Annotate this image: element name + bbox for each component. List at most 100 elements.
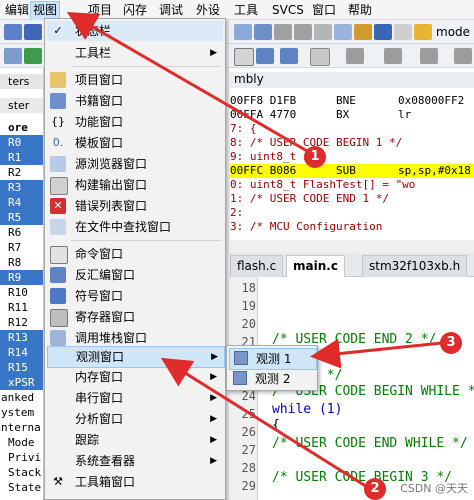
comment-icon[interactable]: [274, 24, 292, 40]
menu-item-templates-window[interactable]: 0. 模板窗口: [47, 133, 223, 153]
register-r5[interactable]: R5: [0, 210, 43, 225]
debug-session-icon[interactable]: [374, 24, 392, 40]
bookmark-icon[interactable]: [314, 24, 332, 40]
menu-item-status-bar[interactable]: ✓ 状态栏: [47, 21, 223, 41]
register-r6[interactable]: R6: [0, 225, 43, 240]
menu-svcs[interactable]: SVCS: [270, 2, 306, 18]
register-r12[interactable]: R12: [0, 315, 43, 330]
register-r3[interactable]: R3: [0, 180, 43, 195]
menu-edit[interactable]: 编辑: [3, 2, 31, 18]
analysis-window-icon[interactable]: [454, 48, 472, 64]
register-r9[interactable]: R9: [0, 270, 43, 285]
menu-item-system-viewer[interactable]: 系统查看器 ▶: [47, 451, 223, 471]
menu-item-toolbox-window[interactable]: ⚒ 工具箱窗口: [47, 472, 223, 492]
outdent-icon[interactable]: [254, 24, 272, 40]
menu-window[interactable]: 窗口: [310, 2, 338, 18]
menu-help[interactable]: 帮助: [346, 2, 374, 18]
submenu-item-watch-1[interactable]: 观测 1: [229, 348, 317, 370]
menu-item-source-browser-window[interactable]: 源浏览器窗口: [47, 154, 223, 174]
menu-item-find-in-files-window[interactable]: 在文件中查找窗口: [47, 217, 223, 237]
register-r11[interactable]: R11: [0, 300, 43, 315]
register-internal[interactable]: nterna: [0, 420, 43, 435]
menu-item-disassembly-window[interactable]: 反汇编窗口: [47, 265, 223, 285]
menu-tools[interactable]: 工具: [232, 2, 260, 18]
settings-icon[interactable]: [394, 24, 412, 40]
tab-stm32f103xb-h[interactable]: stm32f103xb.h: [362, 255, 468, 278]
menu-item-project-window[interactable]: 项目窗口: [47, 70, 223, 90]
disasm-source-line[interactable]: 3: /* MCU Configuration: [230, 220, 474, 234]
register-r13[interactable]: R13: [0, 330, 43, 345]
memory-window-icon[interactable]: [384, 48, 402, 64]
find-icon[interactable]: [334, 24, 352, 40]
disasm-source-line[interactable]: 8: /* USER CODE BEGIN 1 */: [230, 136, 474, 150]
menu-item-call-stack-window[interactable]: 调用堆栈窗口: [47, 328, 223, 348]
register-stack[interactable]: Stack: [0, 465, 43, 480]
disasm-source-line[interactable]: 2:: [230, 206, 474, 220]
register-xpsr[interactable]: xPSR: [0, 375, 43, 390]
menu-debug[interactable]: 调试: [157, 2, 185, 18]
tab-main-c[interactable]: main.c: [286, 255, 345, 278]
tab-flash-c[interactable]: flash.c: [230, 255, 284, 278]
register-r0[interactable]: R0: [0, 135, 43, 150]
save-icon[interactable]: [24, 24, 42, 40]
disasm-line[interactable]: 00FFA 4770 BX lr: [230, 108, 474, 122]
register-privilege[interactable]: Privi: [0, 450, 43, 465]
command-window-icon[interactable]: [234, 48, 254, 66]
disasm-source-line[interactable]: 1: /* USER CODE END 1 */: [230, 192, 474, 206]
menu-item-analysis-windows[interactable]: 分析窗口 ▶: [47, 409, 223, 429]
menu-item-registers-window[interactable]: 寄存器窗口: [47, 307, 223, 327]
new-file-icon[interactable]: [4, 24, 22, 40]
registers-window-icon[interactable]: [310, 48, 330, 66]
menu-item-error-list-window[interactable]: ✕ 错误列表窗口: [47, 196, 223, 216]
incremental-find-icon[interactable]: [354, 24, 372, 40]
code-line[interactable]: while (1): [272, 401, 342, 419]
register-r10[interactable]: R10: [0, 285, 43, 300]
register-r8[interactable]: R8: [0, 255, 43, 270]
reset-icon[interactable]: [4, 48, 22, 64]
menu-project[interactable]: 项目: [86, 2, 114, 18]
disassembly-window-icon[interactable]: [256, 48, 274, 64]
register-banked[interactable]: anked: [0, 390, 43, 405]
register-group-core[interactable]: ore: [0, 120, 43, 135]
menu-item-functions-window[interactable]: {} 功能窗口: [47, 112, 223, 132]
menu-item-command-window[interactable]: 命令窗口: [47, 244, 223, 264]
disasm-current-line[interactable]: 00FFC B086 SUB sp,sp,#0x18: [230, 164, 474, 178]
run-icon[interactable]: [24, 48, 42, 64]
disasm-source-line[interactable]: 9: uint8_t i;: [230, 150, 474, 164]
uncomment-icon[interactable]: [294, 24, 312, 40]
submenu-item-watch-2[interactable]: 观测 2: [229, 369, 315, 389]
menu-item-toolbars[interactable]: 工具栏 ▶: [47, 43, 223, 63]
symbols-window-icon[interactable]: [280, 48, 298, 64]
panel-tab-fragment[interactable]: ters: [0, 74, 43, 89]
disasm-line[interactable]: 00FF8 D1FB BNE 0x08000FF2: [230, 94, 474, 108]
code-line[interactable]: /* USER CODE END WHILE */: [272, 435, 468, 453]
register-state[interactable]: State: [0, 480, 43, 495]
indent-icon[interactable]: [234, 24, 252, 40]
menu-item-build-output-window[interactable]: 构建输出窗口: [47, 175, 223, 195]
watch-window-icon[interactable]: [346, 48, 364, 64]
toolbox-icon: ⚒: [53, 475, 63, 488]
register-r1[interactable]: R1: [0, 150, 43, 165]
register-system[interactable]: ystem: [0, 405, 43, 420]
register-r15[interactable]: R15: [0, 360, 43, 375]
submenu-arrow-icon: ▶: [210, 393, 217, 403]
mode-field[interactable]: mode: [436, 24, 470, 40]
menu-item-memory-windows[interactable]: 内存窗口 ▶: [47, 367, 223, 387]
menu-item-watch-windows[interactable]: 观测窗口 ▶: [47, 346, 225, 368]
disasm-source-line[interactable]: 0: uint8_t FlashTest[] = "wo: [230, 178, 474, 192]
register-r4[interactable]: R4: [0, 195, 43, 210]
register-r7[interactable]: R7: [0, 240, 43, 255]
menu-item-trace[interactable]: 跟踪 ▶: [47, 430, 223, 450]
register-mode[interactable]: Mode: [0, 435, 43, 450]
register-r2[interactable]: R2: [0, 165, 43, 180]
menu-flash[interactable]: 闪存: [121, 2, 149, 18]
menu-item-books-window[interactable]: 书籍窗口: [47, 91, 223, 111]
disasm-source-line[interactable]: 7: {: [230, 122, 474, 136]
target-options-icon[interactable]: [414, 24, 432, 40]
menu-peripherals[interactable]: 外设: [194, 2, 222, 18]
menu-item-serial-windows[interactable]: 串行窗口 ▶: [47, 388, 223, 408]
code-line[interactable]: {: [272, 417, 280, 435]
serial-window-icon[interactable]: [420, 48, 438, 64]
register-r14[interactable]: R14: [0, 345, 43, 360]
menu-item-symbols-window[interactable]: 符号窗口: [47, 286, 223, 306]
